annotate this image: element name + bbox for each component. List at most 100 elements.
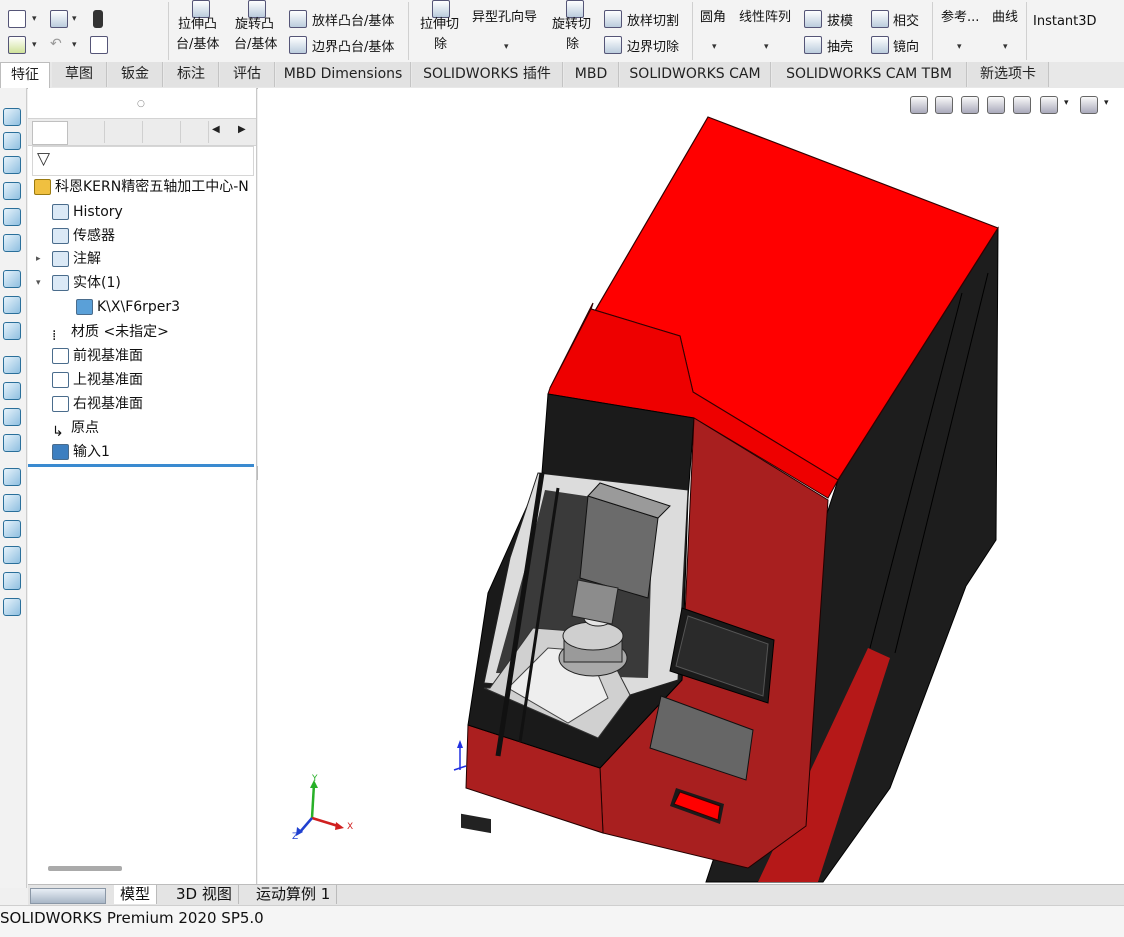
loft-cut-label[interactable]: 放样切割 xyxy=(627,10,679,29)
tab-solidworks-cam-tbm[interactable]: SOLIDWORKS CAM TBM xyxy=(772,62,967,87)
reference-geometry-label[interactable]: 参考... xyxy=(941,6,979,25)
draft-label[interactable]: 拔模 xyxy=(827,10,853,29)
shell-label[interactable]: 抽壳 xyxy=(827,36,853,55)
tab-new-tab[interactable]: 新选项卡 xyxy=(968,62,1049,87)
extrude-cut-label-line2[interactable]: 除 xyxy=(434,33,447,52)
loft-boss-icon[interactable] xyxy=(289,10,307,28)
expand-arrow-icon[interactable]: ▸ xyxy=(36,254,41,264)
split-icon[interactable] xyxy=(3,468,21,486)
tree-item-history[interactable]: History xyxy=(52,201,123,223)
rollback-bar[interactable] xyxy=(28,464,254,467)
new-document-icon[interactable] xyxy=(8,10,26,28)
loft-boss-label[interactable]: 放样凸台/基体 xyxy=(312,10,394,29)
draft-icon[interactable] xyxy=(804,10,822,28)
thicken-icon[interactable] xyxy=(3,234,21,252)
tab-solidworks-cam[interactable]: SOLIDWORKS CAM xyxy=(620,62,771,87)
tab-solidworks-addins[interactable]: SOLIDWORKS 插件 xyxy=(412,62,563,87)
linear-pattern-label[interactable]: 线性阵列 xyxy=(739,6,791,25)
tab-scroll-right-icon[interactable]: ▶ xyxy=(238,124,246,135)
chevron-down-icon[interactable]: ▾ xyxy=(957,42,962,52)
tab-3d-views[interactable]: 3D 视图 xyxy=(170,885,239,904)
cut-extrude-icon[interactable] xyxy=(3,270,21,288)
hole-wizard-label[interactable]: 异型孔向导 xyxy=(472,6,537,25)
tab-mbd-dimensions[interactable]: MBD Dimensions xyxy=(276,62,411,87)
cut-revolve-icon[interactable] xyxy=(3,296,21,314)
intersect-label[interactable]: 相交 xyxy=(893,10,919,29)
tab-mbd[interactable]: MBD xyxy=(564,62,619,87)
intersect-icon[interactable] xyxy=(871,10,889,28)
tab-evaluate[interactable]: 评估 xyxy=(220,62,275,87)
tree-root-part[interactable]: 科恩KERN精密五轴加工中心-N xyxy=(34,176,249,198)
rib-icon[interactable] xyxy=(3,434,21,452)
indent-icon[interactable] xyxy=(3,520,21,538)
fillet-icon[interactable] xyxy=(3,356,21,374)
tree-item-material[interactable]: ⁞ 材质 <未指定> xyxy=(52,321,169,344)
graphics-area[interactable]: ▾ ▾ Y X Z xyxy=(258,88,1124,884)
revolve-cut-label-line1[interactable]: 旋转切 xyxy=(552,13,591,32)
mirror-label[interactable]: 镜向 xyxy=(893,36,919,55)
instant3d-label[interactable]: Instant3D xyxy=(1033,14,1097,29)
undo-icon[interactable]: ↶ xyxy=(50,36,62,52)
select-icon[interactable] xyxy=(8,36,26,54)
chevron-down-icon[interactable]: ▾ xyxy=(712,42,717,52)
dimxpert-tab-icon[interactable] xyxy=(146,121,181,143)
mirror-icon[interactable] xyxy=(871,36,889,54)
flex-icon[interactable] xyxy=(3,546,21,564)
chevron-down-icon[interactable]: ▾ xyxy=(1003,42,1008,52)
shell-icon[interactable] xyxy=(3,408,21,426)
revolve-boss-label-line2[interactable]: 台/基体 xyxy=(234,33,277,52)
revolve-boss-label-line1[interactable]: 旋转凸 xyxy=(235,13,274,32)
panel-grip-icon[interactable]: ○ xyxy=(137,99,145,109)
shell-icon[interactable] xyxy=(804,36,822,54)
revolve-cut-label-line2[interactable]: 除 xyxy=(566,33,579,52)
tab-sketch[interactable]: 草图 xyxy=(52,62,107,87)
extrude-boss-icon[interactable] xyxy=(3,108,21,126)
tab-navigation-arrows-icon[interactable] xyxy=(30,888,106,904)
property-manager-tab-icon[interactable] xyxy=(70,121,105,143)
options-list-icon[interactable] xyxy=(90,36,108,54)
tab-scroll-left-icon[interactable]: ◀ xyxy=(212,124,220,135)
chamfer-icon[interactable] xyxy=(3,382,21,400)
tab-features[interactable]: 特征 xyxy=(0,62,50,88)
feature-tree-tab-icon[interactable] xyxy=(32,121,68,145)
boundary-cut-label[interactable]: 边界切除 xyxy=(627,36,679,55)
tree-item-right-plane[interactable]: 右视基准面 xyxy=(52,393,143,415)
tree-item-sensors[interactable]: 传感器 xyxy=(52,225,115,247)
cut-loft-icon[interactable] xyxy=(3,322,21,340)
combine-icon[interactable] xyxy=(3,598,21,616)
extrude-boss-label-line2[interactable]: 台/基体 xyxy=(176,33,219,52)
tree-item-import1[interactable]: 输入1 xyxy=(52,441,110,463)
tab-markup[interactable]: 标注 xyxy=(164,62,219,87)
extrude-boss-label-line1[interactable]: 拉伸凸 xyxy=(178,13,217,32)
chevron-down-icon[interactable]: ▾ xyxy=(72,40,77,50)
revolve-boss-icon[interactable] xyxy=(3,132,21,150)
sweep-icon[interactable] xyxy=(3,182,21,200)
loft-icon[interactable] xyxy=(3,156,21,174)
boundary-boss-icon[interactable] xyxy=(289,36,307,54)
tree-item-top-plane[interactable]: 上视基准面 xyxy=(52,369,143,391)
chevron-down-icon[interactable]: ▾ xyxy=(764,42,769,52)
chevron-down-icon[interactable]: ▾ xyxy=(32,40,37,50)
curves-label[interactable]: 曲线 xyxy=(992,6,1018,25)
chevron-down-icon[interactable]: ▾ xyxy=(32,14,37,24)
collapse-arrow-icon[interactable]: ▾ xyxy=(36,278,41,288)
tree-item-solid-bodies[interactable]: 实体(1) xyxy=(52,272,121,294)
wrap-icon[interactable] xyxy=(3,572,21,590)
tab-model[interactable]: 模型 xyxy=(114,885,158,904)
tree-item-front-plane[interactable]: 前视基准面 xyxy=(52,345,143,367)
boundary-cut-icon[interactable] xyxy=(604,36,622,54)
print-icon[interactable] xyxy=(50,10,68,28)
move-copy-icon[interactable] xyxy=(3,494,21,512)
tree-item-solid-body[interactable]: K\X\F6rper3 xyxy=(76,296,180,318)
boundary-icon[interactable] xyxy=(3,208,21,226)
loft-cut-icon[interactable] xyxy=(604,10,622,28)
chevron-down-icon[interactable]: ▾ xyxy=(504,42,509,52)
configuration-manager-tab-icon[interactable] xyxy=(108,121,143,143)
tab-sheet-metal[interactable]: 钣金 xyxy=(108,62,163,87)
tree-item-annotations[interactable]: 注解 xyxy=(52,248,101,270)
chevron-down-icon[interactable]: ▾ xyxy=(72,14,77,24)
fillet-label[interactable]: 圆角 xyxy=(700,6,726,25)
extrude-cut-label-line1[interactable]: 拉伸切 xyxy=(420,13,459,32)
horizontal-scrollbar-thumb[interactable] xyxy=(48,866,122,871)
tree-item-origin[interactable]: ↳ 原点 xyxy=(52,417,99,440)
